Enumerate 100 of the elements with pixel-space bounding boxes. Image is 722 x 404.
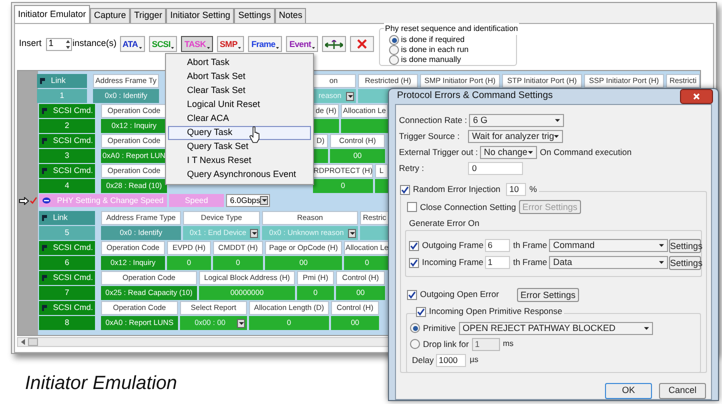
menu-item[interactable]: I T Nexus Reset xyxy=(168,154,311,168)
checkbox[interactable] xyxy=(416,306,426,317)
checkbox[interactable] xyxy=(409,240,419,251)
checkbox[interactable] xyxy=(400,184,410,194)
field-note: On Command execution xyxy=(540,146,632,159)
button[interactable]: Error Settings xyxy=(517,288,579,302)
row-number: 4 xyxy=(39,179,95,193)
row-title: Link xyxy=(50,75,66,87)
close-button[interactable] xyxy=(680,89,713,104)
dropdown[interactable]: 6.0Gbps xyxy=(226,194,270,207)
value-cell xyxy=(375,179,388,193)
button[interactable]: OK xyxy=(605,383,652,399)
dialog-title: Protocol Errors & Command Settings xyxy=(397,89,553,104)
dropdown-arrow-icon xyxy=(171,47,174,49)
button[interactable]: Cancel xyxy=(659,383,706,399)
input-field[interactable]: 1 xyxy=(484,256,510,270)
input-field: 1 xyxy=(472,338,500,351)
field-label: Speed xyxy=(169,194,224,207)
scroll-left-icon xyxy=(20,339,26,345)
row-number: 6 xyxy=(39,256,95,270)
number-spinner[interactable]: 1 xyxy=(46,38,72,50)
input-field[interactable]: 0 xyxy=(468,162,523,175)
dropdown-arrow-icon xyxy=(555,119,560,122)
toolbar-button[interactable]: ATA xyxy=(120,36,145,52)
tab[interactable]: Notes xyxy=(274,8,306,23)
pin-icon xyxy=(42,305,47,311)
radio-button[interactable] xyxy=(389,55,399,65)
input-field[interactable]: 10 xyxy=(506,183,526,196)
toolbar-button[interactable] xyxy=(322,36,346,52)
tab[interactable]: Trigger xyxy=(130,8,166,23)
row-number: 7 xyxy=(39,286,95,300)
checkbox[interactable] xyxy=(407,202,417,212)
toolbar-button[interactable]: Event xyxy=(286,36,318,52)
close-icon xyxy=(357,39,367,49)
menu-item[interactable]: Clear Task Set xyxy=(168,84,311,98)
radio-label: is done if required xyxy=(401,34,465,46)
pin-icon xyxy=(42,215,47,221)
input-field[interactable]: 1000 xyxy=(436,354,466,367)
dropdown[interactable]: No change xyxy=(480,146,537,159)
menu-item[interactable]: Logical Unit Reset xyxy=(168,98,311,112)
pin-icon xyxy=(42,168,47,174)
dropdown-arrow-icon xyxy=(252,232,256,234)
dropdown[interactable]: Wait for analyzer trig xyxy=(468,130,563,143)
radio-button[interactable] xyxy=(389,35,399,45)
radio-label: Primitive xyxy=(423,322,456,335)
dropdown-arrow-icon xyxy=(238,322,244,324)
field-label: Retry : xyxy=(398,162,426,175)
input-field[interactable]: 6 xyxy=(484,239,510,252)
field-label: Delay xyxy=(412,354,434,367)
row-number: 5 xyxy=(39,226,95,240)
dropdown-arrow-icon xyxy=(312,47,315,49)
dropdown[interactable]: Data xyxy=(549,256,668,270)
dropdown-arrow-icon xyxy=(350,232,354,234)
row-title: SCSI Cmd. xyxy=(53,302,94,314)
button[interactable]: Settings xyxy=(669,238,701,253)
radio-button[interactable] xyxy=(410,339,420,350)
tab[interactable]: Settings xyxy=(234,8,275,23)
unit-label: % xyxy=(529,183,537,196)
close-icon xyxy=(693,93,700,100)
row-number: 2 xyxy=(39,119,95,133)
field-label: Trigger Source : xyxy=(398,130,461,143)
menu-item[interactable]: Abort Task Set xyxy=(168,70,311,84)
group-title: Phy reset sequence and identification xyxy=(384,23,519,35)
field-suffix: th Frame xyxy=(513,256,548,270)
scrollbar-thumb[interactable] xyxy=(28,338,38,346)
value-cell xyxy=(360,226,389,240)
field-label: External Trigger out : xyxy=(398,146,479,159)
checkbox[interactable] xyxy=(409,258,419,268)
radio-button[interactable] xyxy=(410,323,420,334)
unit-label: ms xyxy=(502,338,514,350)
dropdown-arrow-icon xyxy=(659,261,664,264)
dropdown[interactable]: Command xyxy=(549,239,668,252)
value-cell xyxy=(313,149,328,163)
menu-item[interactable]: Query Asynchronous Event xyxy=(168,168,311,182)
menu-item[interactable]: Clear ACA xyxy=(168,112,311,126)
checkbox-label: Incoming Frame xyxy=(422,256,484,270)
field-label: Connection Rate : xyxy=(398,114,468,127)
insert-label: Insert xyxy=(19,37,42,50)
field-suffix: th Frame xyxy=(513,239,548,252)
tab[interactable]: Initiator Emulator xyxy=(14,5,90,23)
checkbox-label: Outgoing Frame xyxy=(422,239,484,252)
tab[interactable]: Initiator Setting xyxy=(166,8,234,23)
menu-item[interactable]: Abort Task xyxy=(168,56,311,70)
toolbar-button[interactable]: SMP xyxy=(216,36,244,52)
menu-item[interactable]: Query Task xyxy=(168,126,311,140)
dropdown-arrow-icon xyxy=(644,326,649,330)
row-title: SCSI Cmd. xyxy=(53,165,94,177)
toolbar-button[interactable] xyxy=(350,36,374,52)
dropdown[interactable]: OPEN REJECT PATHWAY BLOCKED xyxy=(458,322,653,335)
checkbox[interactable] xyxy=(407,290,417,300)
radio-button[interactable] xyxy=(389,45,399,55)
toolbar-button[interactable]: Frame xyxy=(248,36,282,52)
tab[interactable]: Capture xyxy=(90,8,130,23)
menu-item[interactable]: Query Task Set xyxy=(168,140,311,154)
pin-icon xyxy=(42,245,47,251)
dropdown[interactable]: 6 G xyxy=(469,114,564,127)
row-title: PHY Setting & Change Speed xyxy=(57,194,164,206)
radio-label: Drop link for xyxy=(423,338,469,351)
caption: Initiator Emulation xyxy=(25,372,178,396)
button[interactable]: Settings xyxy=(669,256,701,270)
